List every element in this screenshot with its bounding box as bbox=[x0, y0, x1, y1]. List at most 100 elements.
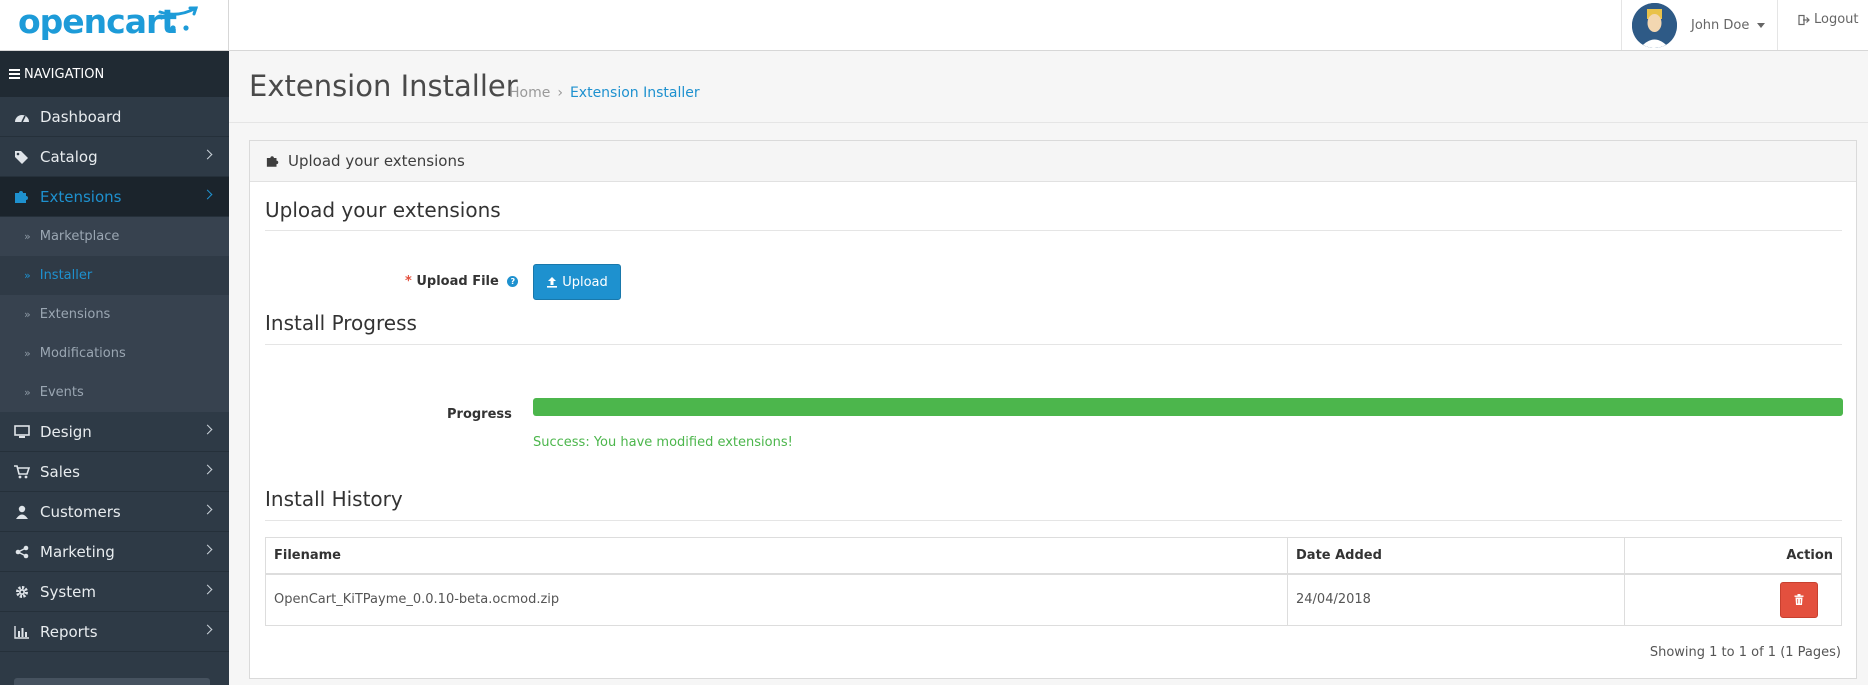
install-history-table: Filename Date Added Action OpenCart_KiTP… bbox=[265, 537, 1842, 626]
nav-heading-label: NAVIGATION bbox=[24, 66, 105, 82]
progress-bar-fill bbox=[533, 398, 1843, 416]
breadcrumb: Home › Extension Installer bbox=[509, 85, 700, 101]
upload-button-label: Upload bbox=[562, 274, 608, 290]
page-title: Extension Installer bbox=[249, 69, 518, 103]
sidebar-item-design[interactable]: Design bbox=[0, 412, 229, 452]
upload-panel: Upload your extensions Upload your exten… bbox=[249, 140, 1857, 679]
chevron-right-icon bbox=[202, 584, 213, 595]
pagination-info: Showing 1 to 1 of 1 (1 Pages) bbox=[1649, 645, 1841, 660]
share-icon bbox=[13, 544, 31, 560]
breadcrumb-home[interactable]: Home bbox=[509, 85, 550, 101]
sidebar-item-system[interactable]: System bbox=[0, 572, 229, 612]
puzzle-icon bbox=[266, 155, 279, 167]
desktop-icon bbox=[13, 424, 31, 440]
sign-out-icon bbox=[1798, 14, 1810, 25]
upload-file-text: Upload File bbox=[416, 274, 499, 289]
logout-link[interactable]: Logout bbox=[1798, 12, 1859, 27]
user-name: John Doe bbox=[1691, 17, 1750, 33]
puzzle-icon bbox=[13, 189, 31, 205]
double-chevron-icon: » bbox=[24, 386, 31, 399]
sidebar-subitem-extensions[interactable]: » Extensions bbox=[0, 295, 229, 334]
column-header-action: Action bbox=[1624, 537, 1842, 575]
sidebar-item-catalog[interactable]: Catalog bbox=[0, 137, 229, 177]
panel-heading-label: Upload your extensions bbox=[288, 152, 465, 170]
header-divider bbox=[229, 122, 1868, 123]
table-header-row: Filename Date Added Action bbox=[265, 537, 1842, 575]
section-divider bbox=[265, 344, 1842, 345]
section-divider bbox=[265, 520, 1842, 521]
chevron-right-icon bbox=[202, 464, 213, 475]
chevron-right-icon bbox=[202, 424, 213, 435]
subitem-label: Events bbox=[39, 385, 84, 400]
panel-heading: Upload your extensions bbox=[250, 141, 1856, 182]
sidebar-stats-box bbox=[14, 678, 210, 685]
sidebar-item-label: Reports bbox=[40, 622, 98, 641]
sidebar-item-reports[interactable]: Reports bbox=[0, 612, 229, 652]
sidebar-item-label: Marketing bbox=[40, 542, 115, 561]
action-cell bbox=[1624, 573, 1842, 626]
subitem-label: Modifications bbox=[39, 346, 126, 361]
sidebar-item-customers[interactable]: Customers bbox=[0, 492, 229, 532]
chevron-right-icon bbox=[202, 149, 213, 160]
progress-section-title: Install Progress bbox=[265, 311, 417, 335]
subitem-label: Marketplace bbox=[39, 229, 120, 244]
upload-icon bbox=[547, 277, 558, 288]
dashboard-icon bbox=[13, 109, 31, 125]
help-icon[interactable]: ? bbox=[507, 276, 519, 287]
double-chevron-icon: » bbox=[24, 347, 31, 360]
sidebar-item-label: Dashboard bbox=[40, 107, 122, 126]
sidebar-subitem-installer[interactable]: » Installer bbox=[0, 256, 229, 295]
sidebar-item-dashboard[interactable]: Dashboard bbox=[0, 97, 229, 137]
upload-section-title: Upload your extensions bbox=[265, 198, 501, 222]
sidebar-subitem-events[interactable]: » Events bbox=[0, 373, 229, 412]
double-chevron-icon: » bbox=[24, 308, 31, 321]
chevron-down-icon bbox=[1757, 22, 1766, 28]
delete-button[interactable] bbox=[1780, 581, 1818, 618]
section-divider bbox=[265, 230, 1842, 231]
upload-button[interactable]: Upload bbox=[533, 264, 621, 300]
gear-icon bbox=[13, 584, 31, 600]
chevron-right-icon bbox=[202, 624, 213, 635]
sidebar-item-label: Customers bbox=[40, 502, 121, 521]
required-mark: * bbox=[405, 274, 412, 289]
sidebar: NAVIGATION Dashboard Catalog Extensions … bbox=[0, 51, 229, 685]
sidebar-item-label: Extensions bbox=[40, 187, 122, 206]
subitem-label: Installer bbox=[39, 268, 93, 283]
sidebar-item-marketing[interactable]: Marketing bbox=[0, 532, 229, 572]
breadcrumb-current[interactable]: Extension Installer bbox=[570, 85, 700, 101]
avatar bbox=[1632, 2, 1677, 48]
history-section-title: Install History bbox=[265, 487, 403, 511]
opencart-logo[interactable]: opencart bbox=[18, 2, 177, 41]
cart-logo-icon bbox=[158, 6, 198, 31]
sidebar-item-label: System bbox=[40, 582, 96, 601]
sidebar-item-label: Catalog bbox=[40, 147, 98, 166]
trash-icon bbox=[1794, 594, 1804, 606]
sidebar-item-extensions[interactable]: Extensions bbox=[0, 177, 229, 217]
double-chevron-icon: » bbox=[24, 269, 31, 282]
sidebar-item-label: Design bbox=[40, 422, 92, 441]
column-header-filename[interactable]: Filename bbox=[265, 537, 1288, 575]
tags-icon bbox=[13, 149, 31, 165]
chevron-right-icon bbox=[202, 544, 213, 555]
top-header: opencart John Doe Logout bbox=[0, 0, 1868, 51]
table-row: OpenCart_KiTPayme_0.0.10-beta.ocmod.zip … bbox=[265, 573, 1842, 626]
chevron-right-icon bbox=[202, 504, 213, 515]
logo-area[interactable]: opencart bbox=[0, 0, 229, 50]
nav-heading[interactable]: NAVIGATION bbox=[0, 51, 229, 97]
user-icon bbox=[13, 504, 31, 520]
logout-label: Logout bbox=[1814, 12, 1859, 27]
sidebar-item-sales[interactable]: Sales bbox=[0, 452, 229, 492]
column-header-date-added[interactable]: Date Added bbox=[1287, 537, 1625, 575]
progress-label: Progress bbox=[447, 407, 512, 422]
user-menu[interactable]: John Doe bbox=[1621, 0, 1778, 50]
upload-file-label: * Upload File ? bbox=[405, 274, 519, 289]
filename-cell: OpenCart_KiTPayme_0.0.10-beta.ocmod.zip bbox=[265, 573, 1288, 626]
breadcrumb-separator: › bbox=[557, 85, 563, 101]
date-added-cell: 24/04/2018 bbox=[1287, 573, 1625, 626]
extensions-submenu: » Marketplace » Installer » Extensions »… bbox=[0, 217, 229, 412]
progress-bar bbox=[533, 398, 1843, 416]
bar-chart-icon bbox=[13, 624, 31, 640]
sidebar-item-label: Sales bbox=[40, 462, 80, 481]
sidebar-subitem-modifications[interactable]: » Modifications bbox=[0, 334, 229, 373]
sidebar-subitem-marketplace[interactable]: » Marketplace bbox=[0, 217, 229, 256]
